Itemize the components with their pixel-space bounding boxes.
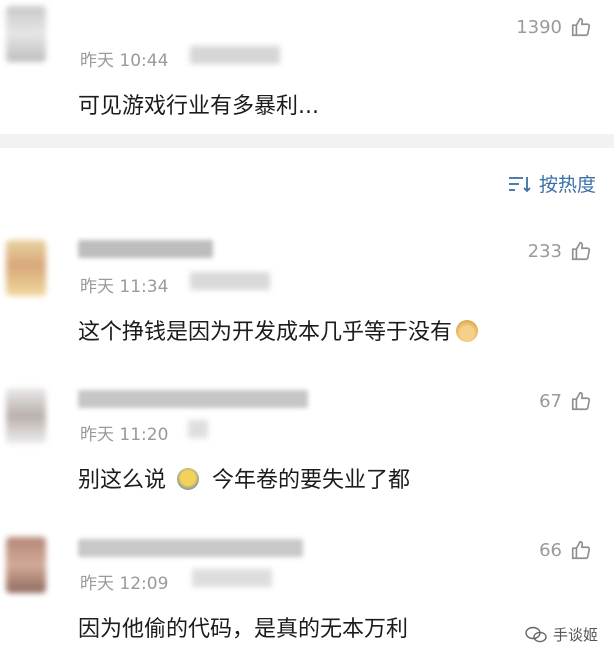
comment-time: 昨天 12:09 (80, 574, 169, 594)
comment-time: 昨天 11:34 (80, 277, 169, 297)
like-count: 233 (527, 240, 562, 262)
like-button[interactable]: 233 (528, 240, 592, 262)
blurred-username (78, 240, 213, 258)
like-button[interactable]: 67 (539, 390, 592, 412)
sort-by-hot-button[interactable]: 按热度 (507, 170, 596, 197)
comment-time: 昨天 11:20 (80, 425, 169, 445)
sort-icon (508, 176, 531, 192)
comment-text-part-1: 别这么说 (78, 468, 167, 493)
like-count: 67 (539, 390, 562, 412)
like-button[interactable]: 66 (539, 539, 592, 561)
comment-item: 昨天 10:44 1390 可见游戏行业有多暴利... (0, 0, 614, 130)
watermark: 手谈姬 (525, 624, 598, 645)
thumbs-up-icon (571, 17, 591, 37)
like-count: 1390 (516, 16, 562, 38)
comment-text: 这个挣钱是因为开发成本几乎等于没有 (78, 314, 479, 346)
comment-text: 别这么说 今年卷的要失业了都 (78, 462, 410, 494)
comment-item: 昨天 12:09 66 因为他偷的代码，是真的无本万利 (0, 525, 614, 657)
sweat-emoji-icon (177, 468, 200, 490)
wechat-logo-icon (525, 626, 547, 642)
comment-text-content: 这个挣钱是因为开发成本几乎等于没有 (78, 320, 453, 345)
thumbs-up-icon (571, 241, 591, 261)
avatar[interactable] (6, 6, 46, 62)
avatar[interactable] (6, 240, 46, 296)
avatar[interactable] (6, 537, 46, 593)
thumbs-up-icon (571, 391, 591, 411)
like-button[interactable]: 1390 (516, 16, 592, 38)
thumbs-up-icon (571, 540, 591, 560)
comment-text: 可见游戏行业有多暴利... (78, 94, 319, 119)
doge-emoji-icon (456, 320, 479, 342)
blurred-username (78, 390, 308, 408)
blurred-username (78, 539, 303, 557)
avatar[interactable] (6, 388, 46, 444)
sort-label: 按热度 (538, 174, 596, 196)
comment-time: 昨天 10:44 (80, 51, 169, 71)
comment-text-part-2: 今年卷的要失业了都 (212, 468, 411, 493)
comment-item: 昨天 11:34 233 这个挣钱是因为开发成本几乎等于没有 (0, 230, 614, 370)
like-count: 66 (539, 539, 562, 561)
comment-item: 昨天 11:20 67 别这么说 今年卷的要失业了都 (0, 378, 614, 518)
watermark-label: 手谈姬 (552, 626, 598, 644)
blurred-source (190, 46, 280, 64)
blurred-source (188, 420, 208, 438)
blurred-source (192, 569, 272, 587)
section-divider (0, 134, 614, 148)
comment-text: 因为他偷的代码，是真的无本万利 (78, 617, 409, 642)
blurred-source (190, 272, 270, 290)
